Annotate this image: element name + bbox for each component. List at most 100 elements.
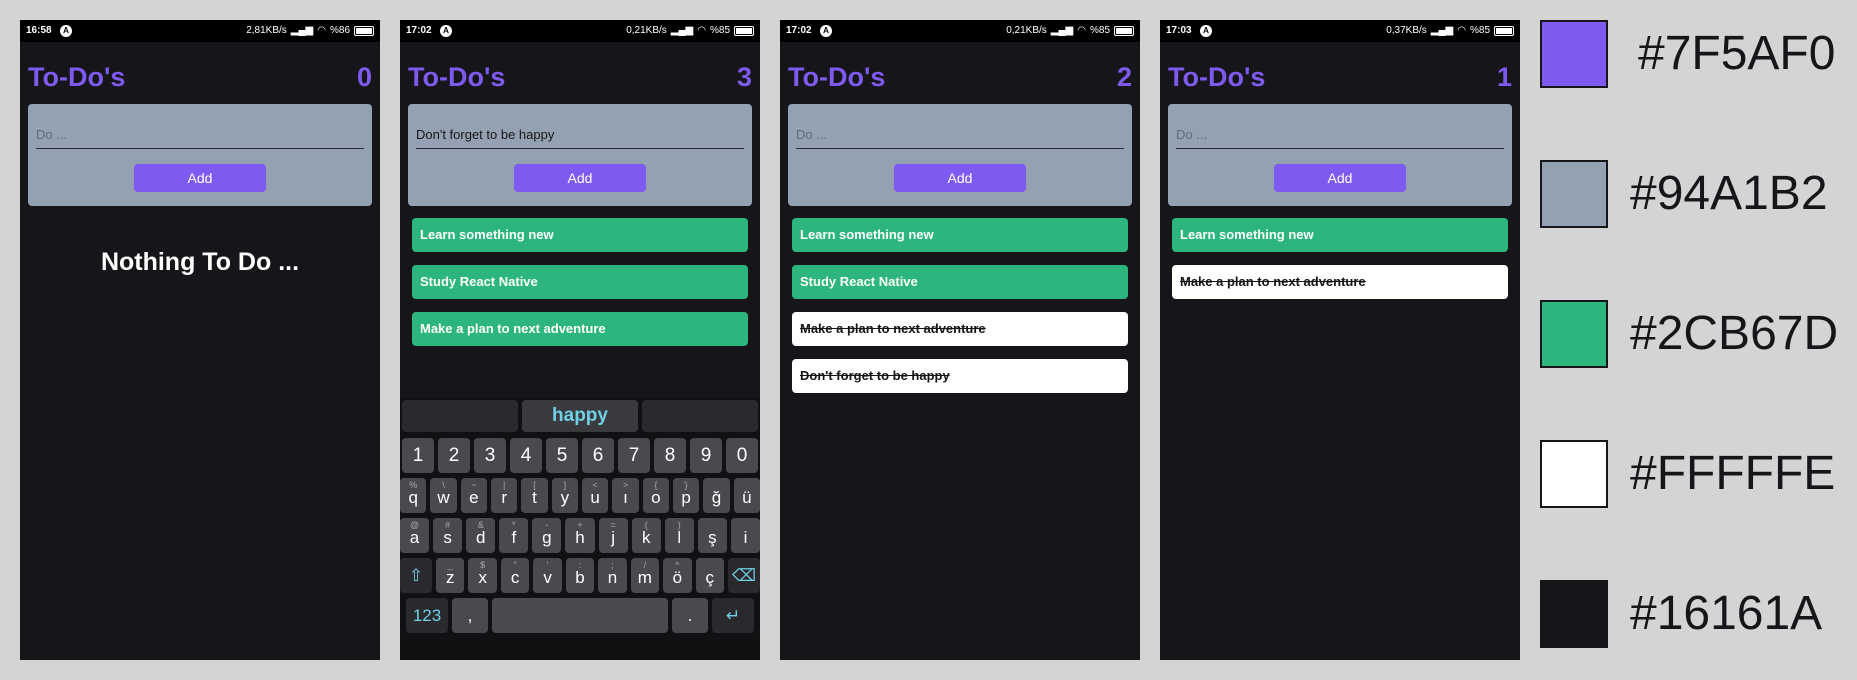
suggestion-left[interactable]	[402, 400, 518, 432]
todo-input[interactable]: Do ...	[1176, 122, 1504, 149]
todo-item[interactable]: Learn something new	[1172, 218, 1508, 252]
key-secondary-label: &	[477, 520, 484, 530]
key-secondary-label: #	[445, 520, 451, 530]
status-right: 0,37KB/s ▂▄▆ ◠ %85	[1386, 25, 1514, 36]
enter-icon[interactable]: ↵	[712, 598, 754, 633]
todo-item[interactable]: Study React Native	[792, 265, 1128, 299]
key-v[interactable]: ' v	[533, 558, 562, 593]
key-q[interactable]: % q	[400, 478, 427, 513]
key-s[interactable]: # s	[433, 518, 463, 553]
key-ç[interactable]: ç	[695, 558, 724, 593]
space-key[interactable]	[492, 598, 668, 633]
add-button[interactable]: Add	[134, 164, 266, 192]
key-label: ğ	[711, 488, 722, 507]
key-4[interactable]: 4	[510, 438, 542, 473]
key-secondary-label: '	[546, 560, 549, 570]
key-n[interactable]: ; n	[598, 558, 627, 593]
key-m[interactable]: / m	[630, 558, 660, 593]
app-notification-icon: A	[440, 25, 452, 37]
letter-row-1: % q \ w ~ e | r[t] y < u > ı{o} p ğ ü	[400, 478, 760, 513]
key-u[interactable]: < u	[582, 478, 609, 513]
key-h[interactable]: + h	[565, 518, 595, 553]
key-label: c	[510, 568, 520, 587]
network-speed: 2,81KB/s	[246, 25, 287, 36]
period-key[interactable]: .	[672, 598, 708, 633]
battery-icon	[1494, 25, 1514, 36]
key-g[interactable]: -g	[532, 518, 562, 553]
key-x[interactable]: $ x	[468, 558, 497, 593]
key-2[interactable]: 2	[438, 438, 470, 473]
key-f[interactable]: * f	[499, 518, 529, 553]
battery-percent: %85	[1089, 25, 1110, 36]
key-j[interactable]: = j	[598, 518, 628, 553]
key-6[interactable]: 6	[582, 438, 614, 473]
app-title: To-Do's	[28, 62, 126, 92]
key-secondary-label: _	[447, 560, 453, 570]
todo-item[interactable]: Make a plan to next adventure	[412, 312, 748, 346]
key-d[interactable]: & d	[466, 518, 496, 553]
suggestion-right[interactable]	[642, 400, 758, 432]
key-w[interactable]: \ w	[430, 478, 457, 513]
key-0[interactable]: 0	[726, 438, 758, 473]
todo-item-done[interactable]: Make a plan to next adventure	[1172, 265, 1508, 299]
key-ş[interactable]: ş	[697, 518, 727, 553]
key-o[interactable]: {o	[642, 478, 669, 513]
add-button[interactable]: Add	[894, 164, 1026, 192]
status-time: 17:03	[1166, 25, 1192, 36]
key-t[interactable]: [t	[521, 478, 548, 513]
key-secondary-label: :	[578, 560, 582, 570]
key-secondary-label: ^	[675, 560, 680, 570]
todo-input[interactable]: Do ...	[796, 122, 1124, 149]
backspace-icon[interactable]: ⌫	[727, 558, 760, 593]
key-1[interactable]: 1	[402, 438, 434, 473]
key-ö[interactable]: ^ ö	[663, 558, 692, 593]
todo-input[interactable]: Do ...	[36, 122, 364, 149]
key-3[interactable]: 3	[474, 438, 506, 473]
key-label: j	[611, 528, 615, 547]
add-button[interactable]: Add	[1274, 164, 1406, 192]
key-y[interactable]: ] y	[551, 478, 578, 513]
signal-icon: ▂▄▆	[670, 25, 694, 36]
add-button[interactable]: Add	[514, 164, 646, 192]
key-i[interactable]: i	[730, 518, 760, 553]
key-l[interactable]: ) l	[664, 518, 694, 553]
key-ı[interactable]: > ı	[612, 478, 639, 513]
comma-key[interactable]: ,	[452, 598, 488, 633]
mode-switch-key[interactable]: 123	[406, 598, 448, 633]
status-bar: 17:02 A 0,21KB/s ▂▄▆ ◠ %85	[400, 20, 760, 42]
key-label: t	[532, 488, 537, 507]
key-k[interactable]: (k	[631, 518, 661, 553]
signal-icon: ▂▄▆	[290, 25, 314, 36]
key-z[interactable]: _ z	[436, 558, 465, 593]
key-b[interactable]: :b	[565, 558, 595, 593]
number-row: 1 2 3 4 5 6 7 8 9 0	[400, 438, 760, 473]
key-ğ[interactable]: ğ	[703, 478, 730, 513]
todo-item[interactable]: Learn something new	[792, 218, 1128, 252]
key-a[interactable]: @ a	[400, 518, 430, 553]
todo-item[interactable]: Learn something new	[412, 218, 748, 252]
todo-form: Do ... Add	[788, 104, 1132, 206]
key-label: e	[469, 488, 479, 507]
key-r[interactable]: | r	[491, 478, 518, 513]
key-label: ö	[672, 568, 683, 587]
todo-form: Don't forget to be happy Add	[408, 104, 752, 206]
key-9[interactable]: 9	[690, 438, 722, 473]
signal-icon: ▂▄▆	[1430, 25, 1454, 36]
key-5[interactable]: 5	[546, 438, 578, 473]
shift-icon[interactable]: ⇧	[400, 558, 433, 593]
todo-input[interactable]: Don't forget to be happy	[416, 122, 744, 149]
letter-row-3: ⇧ _ z $ x " c ' v: b; n / m ^ ö ç ⌫	[400, 558, 760, 593]
key-ü[interactable]: ü	[733, 478, 760, 513]
key-c[interactable]: " c	[500, 558, 530, 593]
todo-item[interactable]: Study React Native	[412, 265, 748, 299]
todo-item-done[interactable]: Make a plan to next adventure	[792, 312, 1128, 346]
key-label: g	[542, 528, 552, 547]
key-8[interactable]: 8	[654, 438, 686, 473]
todo-item-done[interactable]: Don't forget to be happy	[792, 359, 1128, 393]
key-e[interactable]: ~ e	[460, 478, 488, 513]
key-secondary-label: "	[513, 560, 517, 570]
key-7[interactable]: 7	[618, 438, 650, 473]
status-time: 17:02	[406, 25, 432, 36]
suggestion-main[interactable]: happy	[522, 400, 638, 432]
key-p[interactable]: } p	[672, 478, 700, 513]
